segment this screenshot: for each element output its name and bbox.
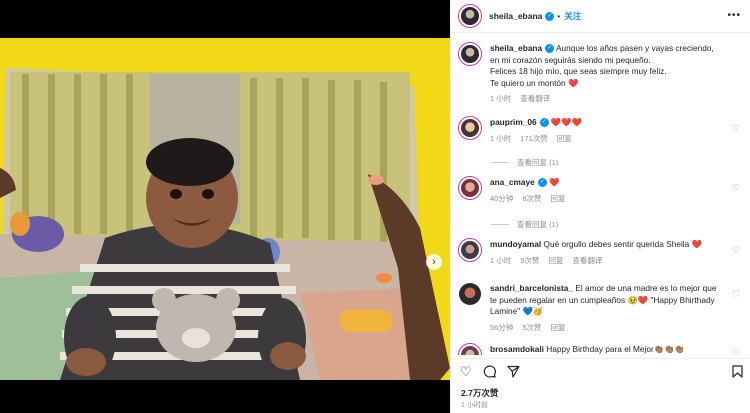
author-avatar[interactable]: [459, 5, 481, 27]
post-media[interactable]: ›: [0, 0, 450, 413]
comment-translate-link[interactable]: 查看翻译: [572, 255, 602, 267]
post-side-panel: sheila_ebana ✓ • 关注 ••• sheila_ebana ✓ Au…: [450, 0, 750, 413]
comment-icon[interactable]: [483, 365, 496, 378]
commenter-avatar[interactable]: [459, 177, 481, 199]
comment-row: sandri_barcelonista_ El amor de una madr…: [459, 283, 744, 333]
comment-likes[interactable]: 171次赞: [520, 133, 548, 145]
caption-row: sheila_ebana ✓ Aunque los años pasen y va…: [459, 43, 744, 105]
commenter-avatar[interactable]: [459, 239, 481, 261]
verified-badge-icon: ✓: [545, 11, 555, 21]
chevron-right-icon: ›: [432, 255, 436, 268]
comment-text: ❤️: [549, 177, 560, 187]
view-replies-link[interactable]: 查看回复 (1): [491, 219, 558, 230]
send-icon[interactable]: [507, 365, 520, 378]
commenter-avatar[interactable]: [459, 283, 481, 305]
caption-username[interactable]: sheila_ebana: [490, 43, 542, 53]
view-replies-label: 查看回复 (1): [517, 220, 559, 229]
heart-icon[interactable]: ♡: [460, 365, 472, 378]
comment-username[interactable]: pauprim_06: [490, 117, 537, 127]
more-horizontal-icon[interactable]: •••: [727, 10, 741, 21]
bookmark-icon[interactable]: [732, 365, 743, 378]
comment-text: Qué orgullo debes sentir querida Sheila …: [543, 239, 702, 249]
comment-like-heart-icon[interactable]: ♡: [732, 348, 740, 355]
comment-likes[interactable]: 9次赞: [520, 255, 539, 267]
baby-photo-image: [0, 38, 450, 380]
caption-heart-emoji: ❤️: [567, 77, 579, 88]
comment-text: ❤️❤️❤️: [550, 117, 582, 127]
comment-like-heart-icon[interactable]: ♡: [732, 245, 740, 256]
comment-text: Happy Birthday para el Mejor👏🏽👏🏽👏🏽: [546, 344, 685, 354]
verified-badge-icon: ✓: [539, 118, 549, 128]
comment-row: ana_cmaye ✓ ❤️ 40分钟 8次赞 回复 ♡: [459, 177, 744, 204]
caption-line-2: Felices 18 hijo mío, que seas siempre mu…: [490, 66, 667, 76]
caption-line-3: Te quiero un montón: [490, 77, 566, 88]
comment-time: 1 小时: [490, 255, 512, 265]
post-photo[interactable]: ›: [0, 38, 450, 380]
caption-translate-link[interactable]: 查看翻译: [520, 93, 550, 105]
comment-reply-button[interactable]: 回复: [548, 255, 563, 267]
likes-count[interactable]: 2.7万次赞: [461, 387, 498, 399]
comments-list[interactable]: sheila_ebana ✓ Aunque los años pasen y va…: [451, 33, 750, 355]
comment-username[interactable]: brosamdokali: [490, 344, 544, 354]
comment-reply-button[interactable]: 回复: [557, 133, 572, 145]
comment-username[interactable]: ana_cmaye: [490, 177, 535, 187]
view-replies-label: 查看回复 (1): [517, 158, 559, 167]
caption-time: 1 小时: [490, 94, 512, 103]
comment-likes[interactable]: 8次赞: [522, 193, 541, 205]
verified-badge-icon: ✓: [545, 44, 555, 54]
caption-avatar[interactable]: [459, 43, 481, 65]
post-header: sheila_ebana ✓ • 关注 •••: [451, 0, 750, 33]
comment-like-heart-icon[interactable]: ♡: [732, 183, 740, 194]
next-slide-button[interactable]: ›: [426, 254, 442, 270]
comment-time: 1 小时: [490, 133, 512, 143]
comment-time: 56分钟: [490, 322, 514, 332]
comment-username[interactable]: sandri_barcelonista_: [490, 283, 573, 293]
view-replies-link[interactable]: 查看回复 (1): [491, 157, 558, 168]
comment-reply-button[interactable]: 回复: [551, 322, 566, 334]
post-timestamp: 1 小时前: [461, 402, 488, 409]
comment-like-heart-icon[interactable]: ♡: [732, 289, 740, 300]
comment-likes[interactable]: 5次赞: [522, 322, 541, 334]
follow-button[interactable]: 关注: [564, 10, 581, 22]
comment-row: mundoyamal Qué orgullo debes sentir quer…: [459, 239, 744, 266]
comment-row: brosamdokali Happy Birthday para el Mejo…: [459, 344, 744, 355]
commenter-avatar[interactable]: [459, 117, 481, 139]
comment-row: pauprim_06 ✓ ❤️❤️❤️ 1 小时 171次赞 回复 ♡: [459, 117, 744, 144]
commenter-avatar[interactable]: [459, 344, 481, 355]
comment-reply-button[interactable]: 回复: [551, 193, 566, 205]
verified-badge-icon: ✓: [537, 178, 547, 188]
author-username[interactable]: sheila_ebana: [489, 11, 542, 21]
comment-like-heart-icon[interactable]: ♡: [732, 123, 740, 134]
post-actions-bar: ♡: [451, 358, 750, 382]
comment-time: 40分钟: [490, 193, 514, 203]
comment-username[interactable]: mundoyamal: [490, 239, 541, 249]
